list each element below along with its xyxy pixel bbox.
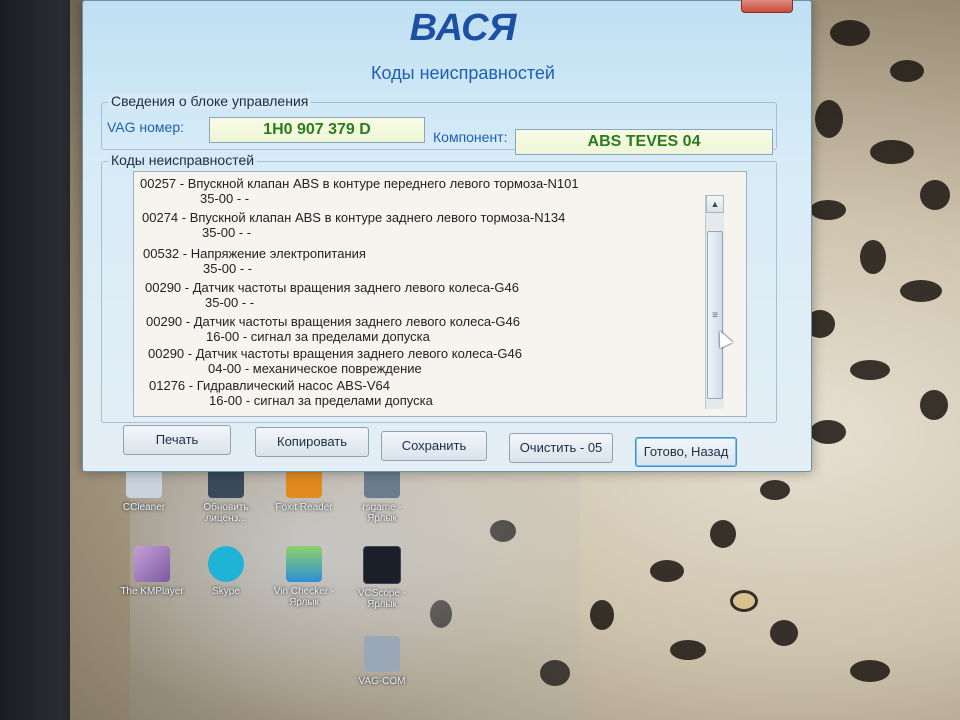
desktop-icon-skype[interactable]: Skype: [190, 546, 262, 597]
copy-button[interactable]: Копировать: [255, 427, 369, 457]
list-item[interactable]: 00257 - Впускной клапан ABS в контуре пе…: [140, 176, 579, 206]
print-button[interactable]: Печать: [123, 425, 231, 455]
fault-codes-list[interactable]: 00257 - Впускной клапан ABS в контуре пе…: [133, 171, 747, 417]
info-icon: [286, 546, 322, 582]
list-item[interactable]: 00290 - Датчик частоты вращения заднего …: [145, 280, 519, 310]
component-label: Компонент:: [433, 129, 508, 145]
desktop-icon-kmplayer[interactable]: The KMPlayer: [116, 546, 188, 597]
vertical-scrollbar[interactable]: ▲ ≡: [705, 195, 724, 409]
app-title: ВАСЯ: [409, 7, 517, 49]
scope-icon: [363, 546, 401, 584]
vag-com-icon: [364, 636, 400, 672]
component-field: ABS TEVES 04: [515, 129, 773, 155]
window-subtitle: Коды неисправностей: [371, 63, 555, 83]
scroll-up-button[interactable]: ▲: [706, 195, 724, 213]
list-item[interactable]: 00532 - Напряжение электропитания 35-00 …: [143, 246, 366, 276]
done-back-button[interactable]: Готово, Назад: [635, 437, 737, 467]
scroll-thumb[interactable]: ≡: [707, 231, 723, 399]
close-button[interactable]: [741, 0, 793, 13]
list-item[interactable]: 01276 - Гидравлический насос ABS-V64 16-…: [149, 378, 433, 408]
kmplayer-icon: [134, 546, 170, 582]
desktop-icon-vcscope[interactable]: VCScope - Ярлык: [346, 546, 418, 610]
vag-number-label: VAG номер:: [107, 119, 185, 135]
save-button[interactable]: Сохранить: [381, 431, 487, 461]
skype-icon: [208, 546, 244, 582]
list-item[interactable]: 00290 - Датчик частоты вращения заднего …: [148, 346, 522, 376]
fault-codes-group-label: Коды неисправностей: [108, 152, 258, 168]
list-item[interactable]: 00274 - Впускной клапан ABS в контуре за…: [142, 210, 565, 240]
vag-number-field: 1H0 907 379 D: [209, 117, 425, 143]
desktop-icon-vin-checker[interactable]: Vin Checker - Ярлык: [268, 546, 340, 608]
fault-codes-window: ВАСЯ Коды неисправностей Сведения о блок…: [82, 0, 812, 472]
desktop-icon-vag-com[interactable]: VAG-COM: [346, 636, 418, 687]
control-unit-group-label: Сведения о блоке управления: [108, 93, 312, 109]
list-item[interactable]: 00290 - Датчик частоты вращения заднего …: [146, 314, 520, 344]
clear-button[interactable]: Очистить - 05: [509, 433, 613, 463]
